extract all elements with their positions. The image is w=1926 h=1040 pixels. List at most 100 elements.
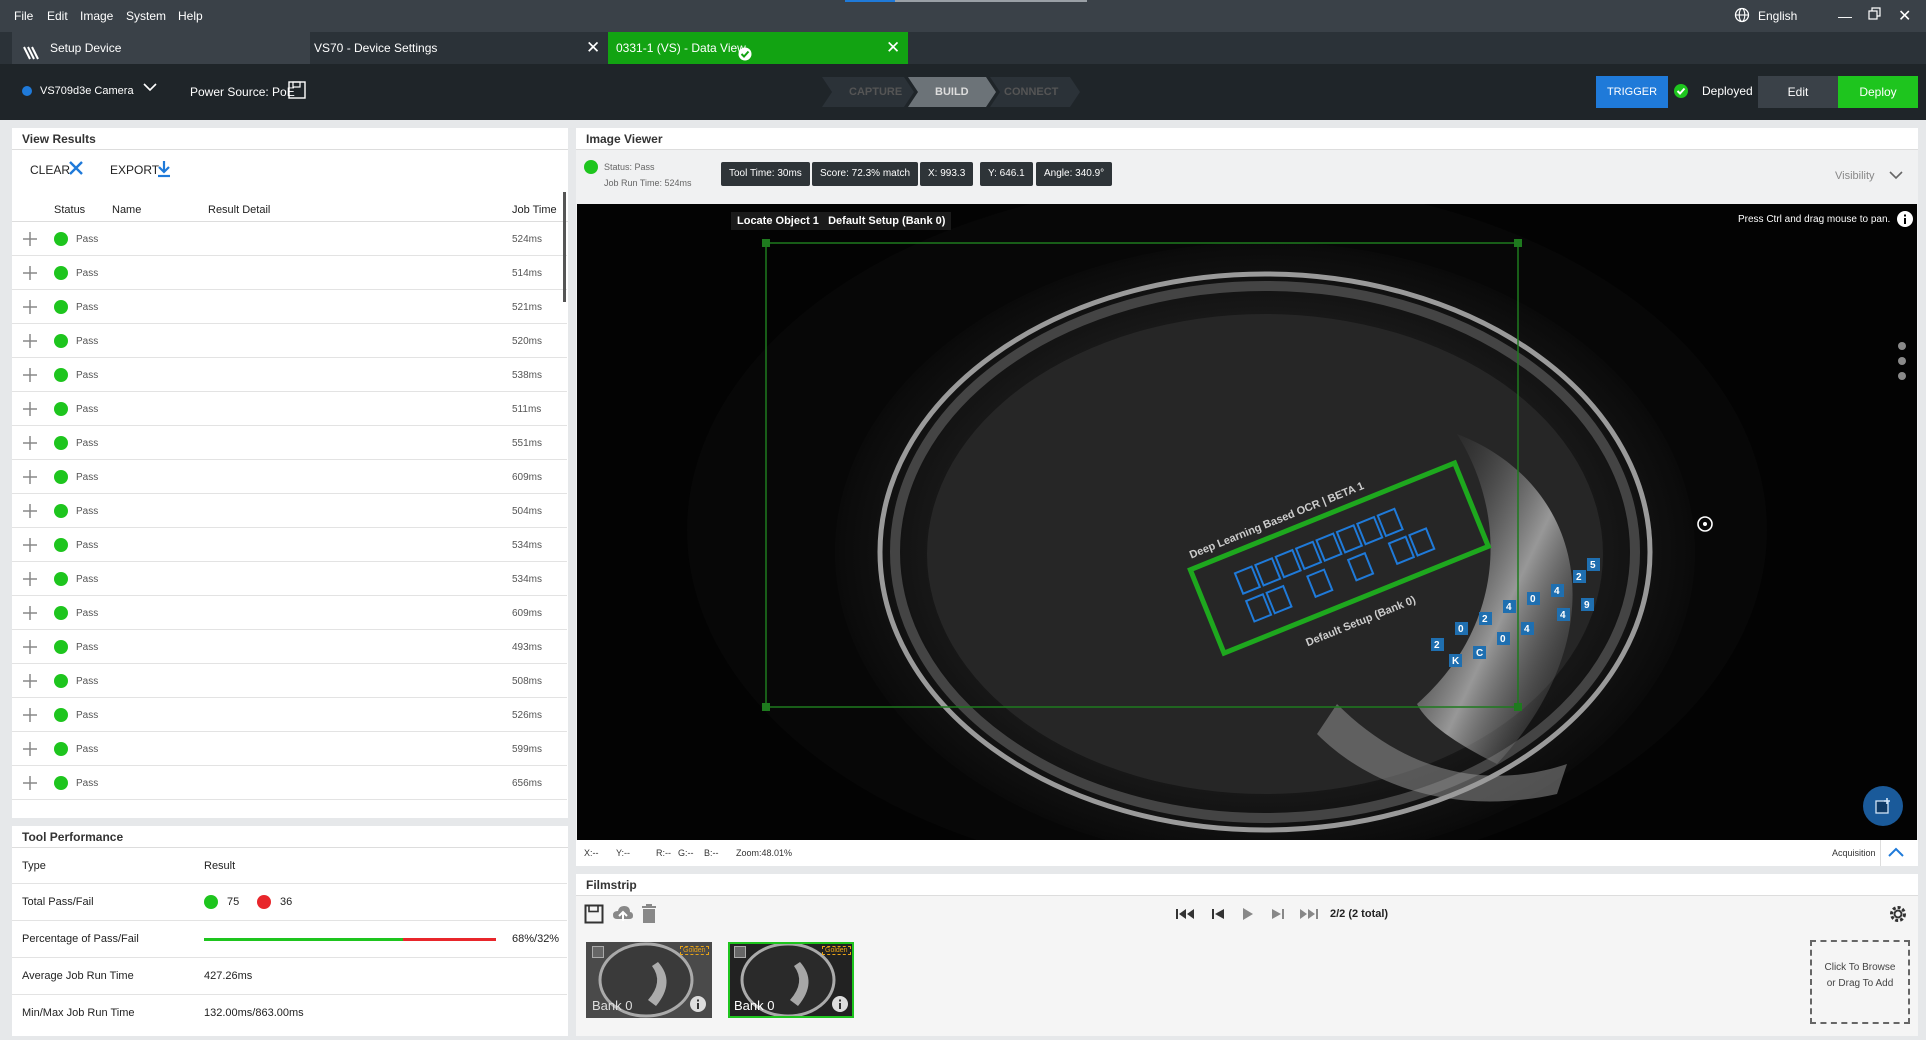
- visibility-toggle[interactable]: Visibility: [1835, 170, 1875, 182]
- table-row[interactable]: Pass 511ms: [12, 392, 567, 426]
- info-icon[interactable]: [1897, 211, 1913, 230]
- cloud-upload-icon[interactable]: [612, 904, 634, 927]
- menu-help[interactable]: Help: [178, 9, 203, 23]
- skip-last-icon[interactable]: [1298, 908, 1318, 923]
- table-row[interactable]: Pass 551ms: [12, 426, 567, 460]
- filmstrip-thumbnail[interactable]: Golden Bank 0: [586, 942, 712, 1018]
- table-row[interactable]: Pass 599ms: [12, 732, 567, 766]
- expand-plus-icon[interactable]: [22, 503, 38, 522]
- clear-x-icon[interactable]: [68, 160, 84, 179]
- menu-file[interactable]: File: [14, 9, 33, 23]
- tab-data-view[interactable]: 0331-1 (VS) - Data View ✕: [608, 32, 908, 64]
- expand-plus-icon[interactable]: [22, 231, 38, 250]
- deploy-button[interactable]: Deploy: [1838, 76, 1918, 108]
- table-row[interactable]: Pass 520ms: [12, 324, 567, 358]
- trigger-button[interactable]: TRIGGER: [1596, 76, 1668, 108]
- expand-plus-icon[interactable]: [22, 333, 38, 352]
- expand-plus-icon[interactable]: [22, 639, 38, 658]
- step-build[interactable]: BUILD: [935, 86, 969, 98]
- save-icon[interactable]: [584, 904, 604, 927]
- globe-icon[interactable]: [1734, 7, 1750, 26]
- status-dot: [54, 572, 68, 586]
- play-icon[interactable]: [1242, 908, 1254, 923]
- status-dot: [54, 504, 68, 518]
- expand-plus-icon[interactable]: [22, 605, 38, 624]
- download-icon[interactable]: [156, 160, 172, 181]
- col-status[interactable]: Status: [54, 204, 85, 216]
- deployed-status: Deployed: [1702, 84, 1753, 98]
- table-row[interactable]: Pass 534ms: [12, 528, 567, 562]
- prev-frame-icon[interactable]: [1212, 908, 1226, 923]
- filmstrip-thumbnail-selected[interactable]: Golden Bank 0: [728, 942, 854, 1018]
- expand-plus-icon[interactable]: [22, 299, 38, 318]
- results-scrollbar[interactable]: [563, 192, 566, 302]
- step-capture[interactable]: CAPTURE: [849, 86, 902, 98]
- chevron-up-icon[interactable]: [1880, 840, 1910, 866]
- image-canvas[interactable]: Deep Learning Based OCR | BETA 1 Default…: [577, 204, 1917, 840]
- trash-icon[interactable]: [640, 904, 658, 927]
- chevron-down-icon[interactable]: [1888, 168, 1904, 185]
- close-window-icon[interactable]: ✕: [1898, 6, 1911, 26]
- table-row[interactable]: Pass 534ms: [12, 562, 567, 596]
- expand-plus-icon[interactable]: [22, 741, 38, 760]
- info-icon[interactable]: [690, 996, 706, 1015]
- expand-plus-icon[interactable]: [22, 401, 38, 420]
- table-row[interactable]: Pass 526ms: [12, 698, 567, 732]
- table-row[interactable]: Pass 609ms: [12, 460, 567, 494]
- edit-button[interactable]: Edit: [1758, 76, 1838, 108]
- table-row[interactable]: Pass 538ms: [12, 358, 567, 392]
- table-row[interactable]: Pass 493ms: [12, 630, 567, 664]
- next-frame-icon[interactable]: [1270, 908, 1284, 923]
- table-row[interactable]: Pass 524ms: [12, 222, 567, 256]
- expand-plus-icon[interactable]: [22, 775, 38, 794]
- table-row[interactable]: Pass 521ms: [12, 290, 567, 324]
- menu-edit[interactable]: Edit: [47, 9, 68, 23]
- clear-label[interactable]: CLEAR: [30, 163, 70, 177]
- thumb-checkbox[interactable]: [734, 946, 746, 958]
- table-row[interactable]: Pass 609ms: [12, 596, 567, 630]
- add-image-fab[interactable]: [1863, 786, 1903, 826]
- expand-plus-icon[interactable]: [22, 537, 38, 556]
- menu-image[interactable]: Image: [80, 9, 113, 23]
- table-row[interactable]: Pass 504ms: [12, 494, 567, 528]
- info-icon[interactable]: [832, 996, 848, 1015]
- col-name[interactable]: Name: [112, 204, 141, 216]
- col-time[interactable]: Job Time: [512, 204, 557, 216]
- status-dot: [54, 742, 68, 756]
- tab-device-settings[interactable]: VS70 - Device Settings ✕: [310, 32, 608, 64]
- step-connect[interactable]: CONNECT: [1004, 86, 1058, 98]
- expand-plus-icon[interactable]: [22, 571, 38, 590]
- expand-plus-icon[interactable]: [22, 435, 38, 454]
- add-image-dropzone[interactable]: Click To Browse or Drag To Add: [1810, 940, 1910, 1024]
- thumb-checkbox[interactable]: [592, 946, 604, 958]
- perf-header: Type Result: [12, 848, 567, 884]
- expand-plus-icon[interactable]: [22, 367, 38, 386]
- minimize-icon[interactable]: —: [1838, 8, 1852, 24]
- export-label[interactable]: EXPORT: [110, 163, 159, 177]
- table-row[interactable]: Pass 656ms: [12, 766, 567, 800]
- expand-plus-icon[interactable]: [22, 469, 38, 488]
- skip-first-icon[interactable]: [1176, 908, 1196, 923]
- save-icon[interactable]: [288, 81, 306, 102]
- col-detail[interactable]: Result Detail: [208, 204, 270, 216]
- expand-plus-icon[interactable]: [22, 673, 38, 692]
- table-row[interactable]: Pass 508ms: [12, 664, 567, 698]
- close-tab-icon[interactable]: ✕: [586, 32, 600, 64]
- close-tab-icon[interactable]: ✕: [886, 32, 900, 64]
- restore-icon[interactable]: [1868, 7, 1882, 24]
- y-chip: Y: 646.1: [980, 162, 1033, 186]
- rotate-cursor-icon[interactable]: [1695, 514, 1715, 537]
- tab-setup-device[interactable]: Setup Device: [12, 32, 310, 64]
- chevron-down-icon[interactable]: [142, 80, 158, 97]
- camera-name[interactable]: VS709d3e Camera: [40, 85, 134, 97]
- menu-system[interactable]: System: [126, 9, 166, 23]
- more-vertical-icon[interactable]: [1897, 340, 1907, 387]
- pass-dot: [204, 895, 218, 909]
- language-select[interactable]: English: [1758, 9, 1797, 23]
- expand-plus-icon[interactable]: [22, 707, 38, 726]
- gear-icon[interactable]: [1888, 904, 1908, 927]
- acquisition-label[interactable]: Acquisition: [1832, 848, 1876, 858]
- row-job-time: 524ms: [512, 234, 543, 245]
- expand-plus-icon[interactable]: [22, 265, 38, 284]
- table-row[interactable]: Pass 514ms: [12, 256, 567, 290]
